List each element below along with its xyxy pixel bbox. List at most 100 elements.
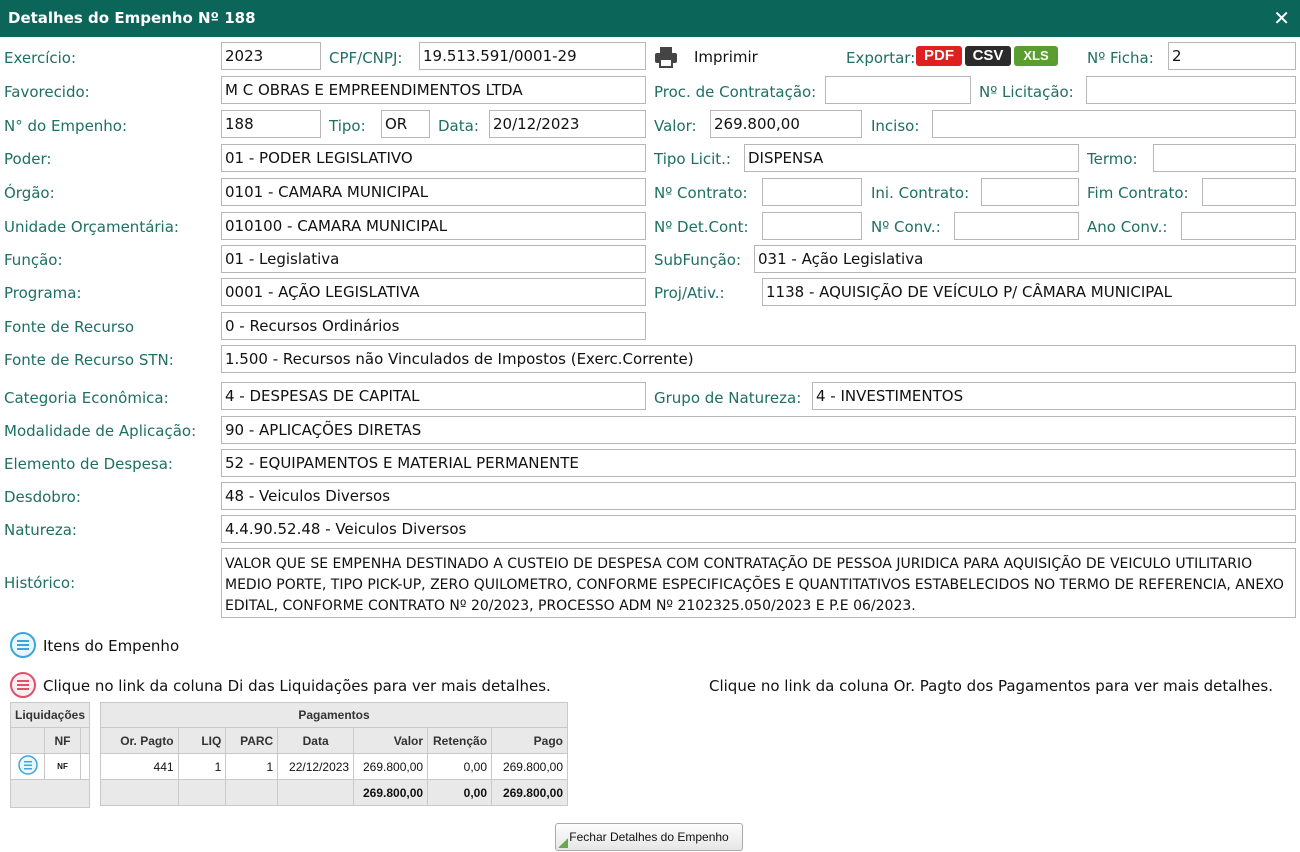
column-header: PARC [225,727,279,754]
label-funcao: Função: [4,251,63,269]
field-empenho: 188 [221,110,321,138]
totals-row: 269.800,00 0,00 269.800,00 [100,779,568,806]
label-tipo: Tipo: [329,117,366,135]
label-inciso: Inciso: [871,117,920,135]
field-favorecido: M C OBRAS E EMPREENDIMENTOS LTDA [221,76,646,104]
field-fonte: 0 - Recursos Ordinários [221,312,646,340]
field-tipo: OR [381,110,430,138]
field-exercicio: 2023 [221,42,321,70]
print-label: Imprimir [694,48,758,66]
itens-empenho-title: Itens do Empenho [43,637,180,655]
label-ano-conv: Ano Conv.: [1087,218,1168,236]
column-header-nf: NF [43,727,82,754]
label-programa: Programa: [4,284,82,302]
column-header: Retenção [427,727,493,754]
or-pagto-link[interactable]: 441 [100,753,179,780]
column-header: Or. Pagto [100,727,179,754]
total-retencao: 0,00 [427,779,493,806]
pagamentos-hint: Clique no link da coluna Or. Pagto dos P… [709,677,1273,695]
field-grupo: 4 - INVESTIMENTOS [812,382,1296,410]
label-fim-contrato: Fim Contrato: [1087,184,1189,202]
table-row: NF [10,753,91,780]
liquidacoes-title: Liquidações [9,702,91,728]
pagamentos-table: Pagamentos Or. Pagto LIQ PARC Data Valor… [100,702,568,806]
liquidacoes-hint: Clique no link da coluna Di das Liquidaç… [43,677,551,695]
label-historico: Histórico: [4,574,76,592]
table-row: 441 1 1 22/12/2023 269.800,00 0,00 269.8… [100,753,568,780]
liquidacoes-table: Liquidações NF NF [9,702,91,808]
column-header: Valor [353,727,429,754]
export-csv-button[interactable]: CSV [965,46,1011,66]
label-conv: Nº Conv.: [871,218,941,236]
close-details-button[interactable]: Fechar Detalhes do Empenho [555,823,743,851]
label-proj-ativ: Proj/Ativ.: [654,284,725,302]
pagamentos-title: Pagamentos [100,702,568,728]
field-fonte-stn: 1.500 - Recursos não Vinculados de Impos… [221,345,1296,373]
field-fim-contrato [1202,178,1296,206]
label-grupo: Grupo de Natureza: [654,389,802,407]
window-titlebar: Detalhes do Empenho Nº 188 ✕ [0,0,1300,37]
label-favorecido: Favorecido: [4,83,90,101]
label-exercicio: Exercício: [4,49,77,67]
label-termo: Termo: [1087,150,1138,168]
field-ficha: 2 [1168,42,1296,70]
field-programa: 0001 - AÇÃO LEGISLATIVA [221,278,646,306]
close-icon[interactable]: ✕ [1273,6,1290,30]
printer-icon [655,47,677,68]
liquidacao-detail-link[interactable] [10,753,45,780]
label-fonte: Fonte de Recurso [4,318,135,336]
label-data: Data: [438,117,479,135]
field-tipo-licit: DISPENSA [744,144,1079,172]
label-empenho: N° do Empenho: [4,117,128,135]
list-icon [10,632,36,658]
cell-retencao: 0,00 [427,753,493,780]
column-header: Pago [491,727,568,754]
label-unidade: Unidade Orçamentária: [4,218,179,236]
field-proc-contratacao [825,76,971,104]
label-valor: Valor: [654,117,697,135]
label-categoria: Categoria Econômica: [4,389,169,407]
field-licitacao [1086,76,1296,104]
field-contrato [762,178,862,206]
export-pdf-button[interactable]: PDF [916,46,962,66]
field-termo [1153,144,1296,172]
label-subfuncao: SubFunção: [654,251,742,269]
export-xls-button[interactable]: XLS [1014,46,1058,66]
field-desdobro: 48 - Veiculos Diversos [221,482,1296,510]
label-ini-contrato: Ini. Contrato: [871,184,970,202]
field-natureza: 4.4.90.52.48 - Veiculos Diversos [221,515,1296,543]
label-modalidade: Modalidade de Aplicação: [4,422,197,440]
field-categoria: 4 - DESPESAS DE CAPITAL [221,382,646,410]
print-button[interactable]: Imprimir [654,45,764,69]
list-icon[interactable] [17,755,38,775]
field-poder: 01 - PODER LEGISLATIVO [221,144,646,172]
label-licitacao: Nº Licitação: [979,83,1074,101]
cell-valor: 269.800,00 [353,753,429,780]
field-cpf: 19.513.591/0001-29 [419,42,646,70]
field-elemento: 52 - EQUIPAMENTOS E MATERIAL PERMANENTE [221,449,1296,477]
nf-icon[interactable]: NF [43,753,82,780]
cell-data: 22/12/2023 [277,753,355,780]
label-desdobro: Desdobro: [4,488,81,506]
field-det-cont [762,212,862,240]
field-data: 20/12/2023 [489,110,646,138]
column-header: LIQ [177,727,227,754]
label-det-cont: Nº Det.Cont: [654,218,749,236]
field-proj-ativ: 1138 - AQUISIÇÃO DE VEÍCULO P/ CÂMARA MU… [762,278,1296,306]
field-ano-conv [1181,212,1296,240]
window-title: Detalhes do Empenho Nº 188 [8,9,256,27]
label-ficha: Nº Ficha: [1087,49,1154,67]
label-poder: Poder: [4,150,52,168]
field-orgao: 0101 - CAMARA MUNICIPAL [221,178,646,206]
list-icon-liquidacoes [10,672,36,698]
label-exportar: Exportar: [846,49,916,67]
label-proc-contratacao: Proc. de Contratação: [654,83,817,101]
field-inciso [932,110,1296,138]
label-orgao: Órgão: [4,184,55,202]
field-funcao: 01 - Legislativa [221,245,646,273]
field-unidade: 010100 - CAMARA MUNICIPAL [221,212,646,240]
field-historico: VALOR QUE SE EMPENHA DESTINADO A CUSTEIO… [221,548,1296,618]
total-pago: 269.800,00 [491,779,568,806]
total-valor: 269.800,00 [353,779,429,806]
label-contrato: Nº Contrato: [654,184,748,202]
